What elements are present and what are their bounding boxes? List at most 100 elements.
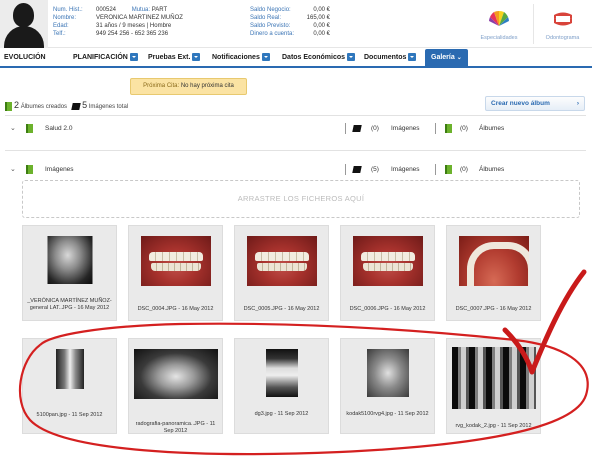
specialties-fan-icon	[489, 10, 509, 26]
xray-image[interactable]	[47, 236, 92, 284]
xray-image[interactable]	[55, 349, 84, 389]
album-row-salud[interactable]: ⌄ Salud 2.0 (0) Imágenes (0) Álbumes	[5, 121, 586, 136]
album-images-count: (5)	[371, 166, 379, 173]
tab-galeria-label: Galería	[431, 54, 455, 61]
thumbnail-caption: 5100pan.jpg - 11 Sep 2012	[36, 412, 103, 418]
gallery-thumbnail[interactable]: 5100pan.jpg - 11 Sep 2012	[22, 338, 117, 434]
divider	[435, 123, 436, 134]
album-images-count: (0)	[371, 125, 379, 132]
balance-label: Saldo Real:	[250, 15, 282, 21]
thumbnail-caption: DSC_0006.JPG - 16 May 2012	[349, 306, 426, 312]
album-icon	[26, 124, 33, 133]
teeth-icon	[553, 12, 572, 26]
xray-image[interactable]	[451, 347, 536, 409]
tab-notificaciones[interactable]: Notificaciones	[212, 52, 270, 65]
label-num-hist: Num. Hist.:	[53, 7, 83, 13]
gallery-thumbnail[interactable]: kodak5100rvg4.jpg - 11 Sep 2012	[340, 338, 435, 434]
label-edad: Edad:	[53, 23, 69, 29]
especialidades-button[interactable]: Especialidades	[470, 4, 528, 44]
odontograma-button[interactable]: Odontograma	[533, 4, 591, 44]
albums-created-label: Álbumes creados	[20, 104, 68, 110]
album-icon	[5, 101, 12, 111]
tab-galeria[interactable]: Galería ⌄	[425, 49, 468, 66]
tab-planificacion-label: PLANIFICACIÓN	[73, 54, 128, 61]
album-albums-label: Álbumes	[479, 166, 505, 173]
tab-pruebas[interactable]: Pruebas Ext.	[148, 52, 201, 65]
images-icon	[352, 125, 362, 132]
balance-label: Saldo Negocio:	[250, 7, 291, 13]
chevron-down-icon[interactable]	[347, 53, 356, 62]
create-album-label: Crear nuevo álbum	[491, 100, 550, 107]
album-name[interactable]: Salud 2.0	[45, 121, 72, 136]
album-images-label: Imágenes	[391, 125, 420, 132]
album-albums-count: (0)	[460, 166, 468, 173]
photo-image[interactable]	[246, 236, 317, 286]
patient-avatar	[0, 0, 48, 48]
images-icon	[352, 166, 362, 173]
photo-image[interactable]	[458, 236, 529, 286]
tab-documentos-label: Documentos	[364, 54, 407, 61]
patient-mutua: PART	[151, 7, 168, 13]
album-images-label: Imágenes	[391, 166, 420, 173]
label-nombre: Nombre:	[53, 15, 77, 21]
gallery-thumbnail[interactable]: dg3.jpg - 11 Sep 2012	[234, 338, 329, 434]
chevron-down-icon[interactable]: ⌄	[10, 121, 16, 136]
album-name[interactable]: Imágenes	[45, 162, 74, 177]
app-root: Num. Hist.: Nombre: Edad: Telf.: 000524 …	[0, 0, 592, 462]
xray-image[interactable]	[133, 349, 218, 399]
thumbnail-caption: dg3.jpg - 11 Sep 2012	[254, 411, 309, 417]
chevron-down-icon[interactable]	[261, 53, 270, 62]
album-row-imagenes[interactable]: ⌄ Imágenes (5) Imágenes (0) Álbumes	[5, 162, 586, 177]
tab-documentos[interactable]: Documentos	[364, 52, 417, 65]
album-albums-count: (0)	[460, 125, 468, 132]
gallery-thumbnail[interactable]: radografia-panoramica..JPG - 11 Sep 2012	[128, 338, 223, 434]
xray-image[interactable]	[366, 349, 409, 397]
photo-image[interactable]	[352, 236, 423, 286]
patient-labels: Num. Hist.: Nombre: Edad: Telf.:	[53, 6, 83, 38]
xray-image[interactable]	[265, 349, 298, 397]
tab-planificacion[interactable]: PLANIFICACIÓN	[73, 52, 138, 65]
photo-image[interactable]	[140, 236, 211, 286]
balance-value: 0,00 €	[313, 7, 330, 13]
gallery-thumbnail[interactable]: _VERÓNICA MARTÍNEZ MUÑOZ-general LAT..JP…	[22, 225, 117, 321]
images-total-label: Imágenes total	[88, 104, 129, 110]
tab-evolucion[interactable]: EVOLUCIÓN	[4, 52, 46, 65]
chevron-down-icon[interactable]	[408, 53, 417, 62]
balance-value: 0,00 €	[313, 23, 330, 29]
patient-num-hist: 000524	[96, 7, 117, 13]
images-icon	[71, 102, 81, 110]
create-album-button[interactable]: Crear nuevo álbum ›	[485, 96, 585, 111]
next-appointment-label: Próxima Cita:	[143, 83, 180, 89]
images-count: 5	[82, 100, 88, 110]
divider	[345, 123, 346, 134]
odontograma-label: Odontograma	[545, 35, 580, 41]
main-tabs: EVOLUCIÓN PLANIFICACIÓN Pruebas Ext. Not…	[0, 48, 592, 68]
divider	[5, 150, 586, 151]
balance-label: Saldo Previsto:	[250, 23, 291, 29]
thumbnail-caption: rvg_kodak_2.jpg - 11 Sep 2012	[455, 423, 532, 429]
tab-notificaciones-label: Notificaciones	[212, 54, 260, 61]
album-albums-label: Álbumes	[479, 125, 505, 132]
patient-phone: 949 254 256 - 652 365 236	[96, 31, 169, 37]
chevron-down-icon[interactable]	[192, 53, 201, 62]
patient-age: 31 años / 9 meses | Hombre	[96, 23, 172, 29]
chevron-right-icon: ›	[576, 100, 579, 107]
chevron-down-icon[interactable]	[129, 53, 138, 62]
tab-economicos[interactable]: Datos Económicos	[282, 52, 356, 65]
patient-header: Num. Hist.: Nombre: Edad: Telf.: 000524 …	[0, 0, 592, 48]
gallery-thumbnail[interactable]: DSC_0004.JPG - 16 May 2012	[128, 225, 223, 321]
label-telf: Telf.:	[53, 31, 66, 37]
gallery-thumbnail[interactable]: DSC_0007.JPG - 16 May 2012	[446, 225, 541, 321]
balance-value: 0,00 €	[313, 31, 330, 37]
dropzone-text: ARRASTRE LOS FICHEROS AQUÍ	[237, 194, 365, 203]
gallery-thumbnail[interactable]: DSC_0005.JPG - 16 May 2012	[234, 225, 329, 321]
gallery-thumbnail[interactable]: rvg_kodak_2.jpg - 11 Sep 2012	[446, 338, 541, 434]
thumbnail-caption: DSC_0007.JPG - 16 May 2012	[455, 306, 532, 312]
divider	[5, 115, 586, 116]
chevron-down-icon[interactable]: ⌄	[10, 162, 16, 177]
patient-name: VERONICA MARTINEZ MUÑOZ	[96, 15, 183, 21]
gallery-thumbnail[interactable]: DSC_0006.JPG - 16 May 2012	[340, 225, 435, 321]
balance-labels: Saldo Negocio: Saldo Real: Saldo Previst…	[250, 6, 294, 38]
file-dropzone[interactable]: ARRASTRE LOS FICHEROS AQUÍ	[22, 180, 580, 218]
tab-economicos-label: Datos Económicos	[282, 54, 346, 61]
